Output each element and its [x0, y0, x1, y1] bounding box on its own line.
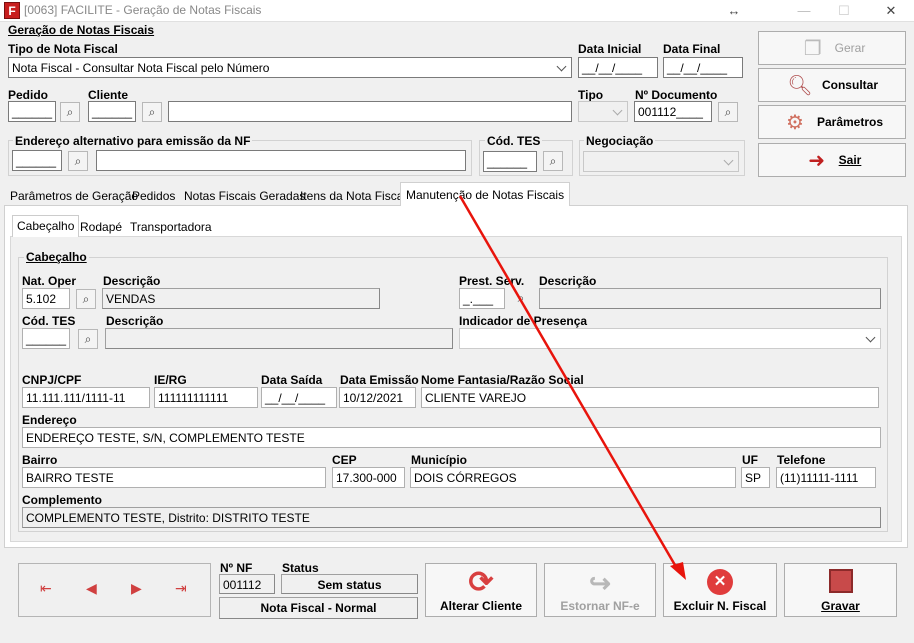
annotation-arrow-head	[670, 562, 686, 580]
annotation-arrow-line	[458, 195, 681, 573]
annotation-arrow	[458, 195, 686, 580]
